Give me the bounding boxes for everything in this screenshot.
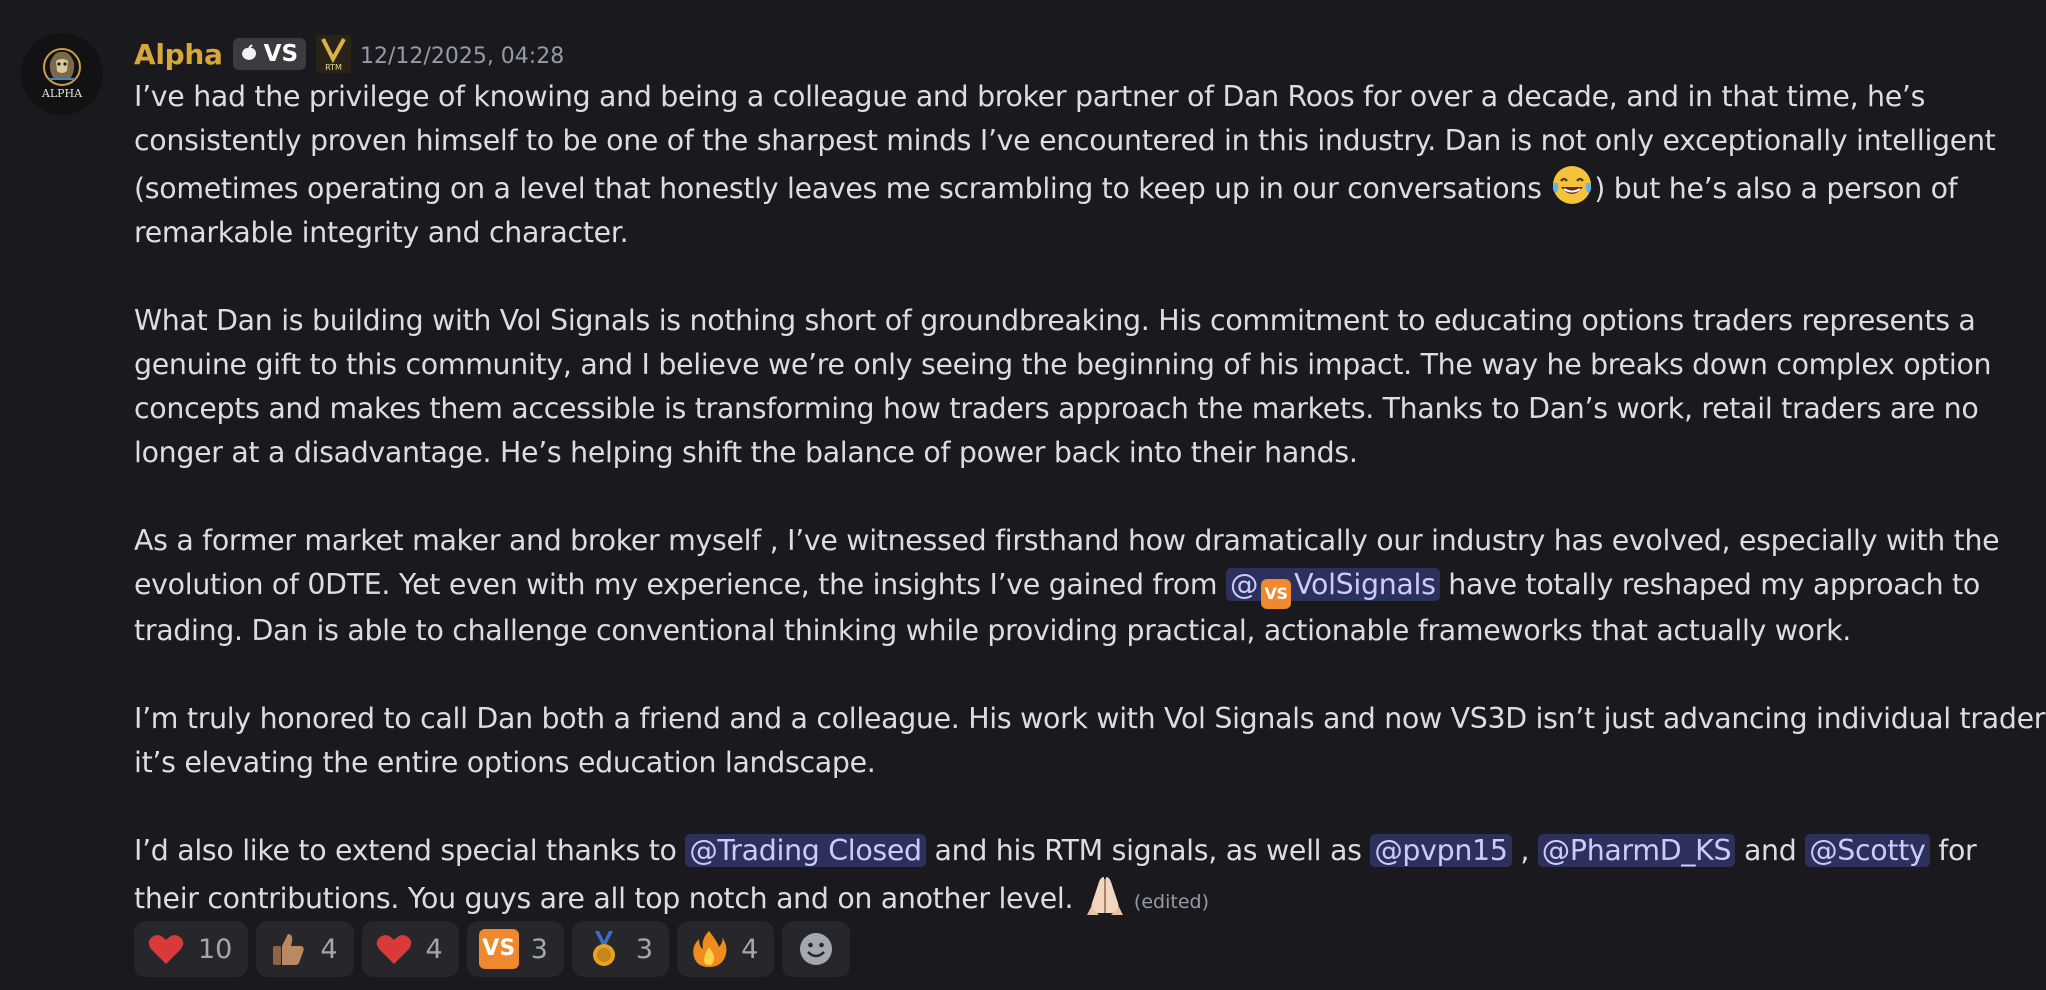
text-line: What Dan is building with Vol Signals is…	[134, 304, 1976, 337]
text-segment: evolution of 0DTE. Yet even with my expe…	[134, 568, 1226, 601]
text-segment: I’d also like to extend special thanks t…	[134, 834, 686, 867]
text-line: I’ve had the privilege of knowing and be…	[134, 80, 1926, 113]
svg-text:RTM: RTM	[325, 63, 342, 72]
mention-volsignals[interactable]: @ VS VolSignals	[1226, 568, 1440, 609]
chat-message: ALPHA Alpha VS RTM 12/12/2025, 04:28 I’v…	[0, 0, 2046, 990]
reaction-medal[interactable]: 3	[571, 921, 670, 977]
paragraph-break	[134, 475, 2024, 519]
vs-emoji-icon: VS	[478, 929, 519, 969]
reaction-heart-2[interactable]: 4	[361, 921, 459, 977]
add-emoji-icon	[800, 933, 833, 965]
laughing-tears-emoji-icon[interactable]	[1550, 163, 1594, 207]
text-segment: for	[1929, 834, 1977, 867]
mention-trading-closed[interactable]: @Trading Closed	[685, 834, 926, 867]
text-segment: and	[1735, 834, 1806, 867]
medal-icon	[592, 931, 615, 966]
guild-tag-text: VS	[263, 41, 299, 67]
text-line: longer at a disadvantage. He’s helping s…	[134, 436, 1358, 469]
reaction-fire[interactable]: 4	[677, 921, 775, 977]
fire-icon	[693, 931, 727, 967]
text-segment: their contributions. You guys are all to…	[134, 882, 1082, 915]
red-heart-icon	[148, 935, 184, 964]
reaction-heart[interactable]: 10	[134, 921, 249, 977]
text-segment: ) but he’s also a person of	[1594, 172, 1958, 205]
text-line: (sometimes operating on a level that hon…	[134, 163, 2024, 211]
paragraph-break	[134, 653, 2024, 697]
mention-pharmd-ks[interactable]: @PharmD_KS	[1537, 834, 1736, 867]
paragraph-break	[134, 255, 2024, 299]
reaction-count: 3	[530, 933, 548, 965]
guild-tag-logo-icon	[241, 44, 256, 60]
thumbs-up-icon	[273, 934, 305, 965]
text-line: evolution of 0DTE. Yet even with my expe…	[134, 563, 2024, 609]
folded-hands-emoji-icon[interactable]	[1082, 873, 1128, 917]
red-heart-icon	[376, 935, 411, 964]
text-line: their contributions. You guys are all to…	[134, 873, 2024, 924]
volsignals-role-icon: VS	[1261, 579, 1292, 609]
text-line: As a former market maker and broker myse…	[134, 524, 2000, 557]
mention-pvpn15[interactable]: @pvpn15	[1370, 834, 1512, 867]
text-line: trading. Dan is able to challenge conven…	[134, 614, 1851, 647]
text-segment: have totally reshaped my approach to	[1439, 568, 1980, 601]
svg-text:ALPHA: ALPHA	[41, 87, 83, 100]
mention-scotty[interactable]: @Scotty	[1805, 834, 1930, 867]
message-timestamp[interactable]: 12/12/2025, 04:28	[360, 40, 564, 69]
text-line: consistently proven himself to be one of…	[134, 124, 1996, 157]
edited-label: (edited)	[1133, 891, 1209, 913]
text-segment: and his RTM signals, as well as	[925, 834, 1371, 867]
rtm-badge-icon[interactable]: RTM	[316, 35, 352, 73]
reaction-vs[interactable]: VS 3	[466, 921, 564, 977]
message-content: I’ve had the privilege of knowing and be…	[134, 75, 2046, 924]
reaction-bar: 10 4 4 VS 3 3 4	[134, 921, 851, 977]
reaction-count: 4	[425, 933, 443, 965]
text-line: concepts and makes them accessible is tr…	[134, 392, 1979, 425]
reaction-count: 10	[198, 933, 233, 965]
guild-tag[interactable]: VS	[232, 38, 307, 70]
reaction-count: 4	[320, 933, 338, 965]
mention-at: @	[1230, 568, 1259, 601]
text-line: genuine gift to this community, and I be…	[134, 348, 1992, 381]
reaction-count: 3	[635, 933, 654, 965]
text-line: remarkable integrity and character.	[134, 216, 629, 249]
add-reaction-button[interactable]	[782, 921, 851, 977]
text-line: I’d also like to extend special thanks t…	[134, 829, 2024, 873]
message-header: Alpha VS RTM 12/12/2025, 04:28	[134, 34, 564, 74]
reaction-thumbs-up[interactable]: 4	[256, 921, 354, 977]
text-segment: ,	[1511, 834, 1538, 867]
text-line: I’m truly honored to call Dan both a fri…	[134, 702, 2046, 735]
text-line: it’s elevating the entire options educat…	[134, 746, 876, 779]
paragraph-break	[134, 785, 2024, 829]
text-segment: (sometimes operating on a level that hon…	[134, 172, 1551, 205]
author-name[interactable]: Alpha	[134, 38, 223, 71]
mention-name: VolSignals	[1294, 568, 1436, 601]
reaction-count: 4	[741, 933, 759, 965]
user-avatar[interactable]: ALPHA	[21, 33, 103, 115]
